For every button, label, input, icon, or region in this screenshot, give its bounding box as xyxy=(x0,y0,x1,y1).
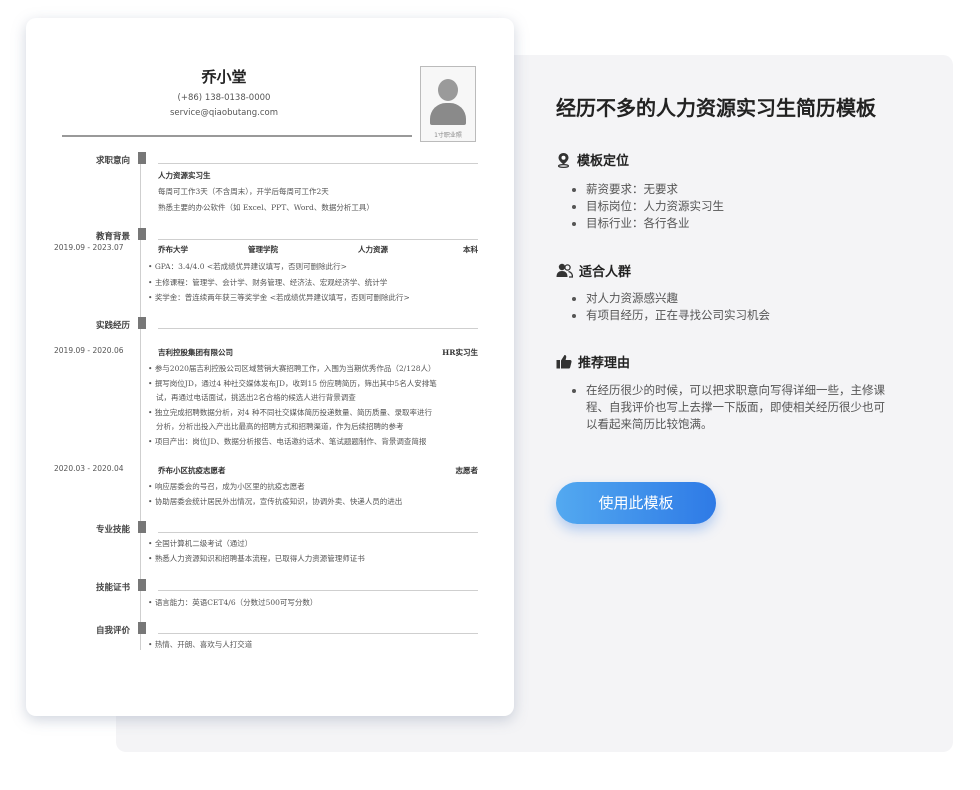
practice-bullet: • 项目产出：岗位JD、数据分析报告、电话邀约话术、笔试题题制作、背景调查简报 xyxy=(148,437,427,446)
positioning-list: 薪资要求：无要求 目标岗位：人力资源实习生 目标行业：各行各业 xyxy=(568,181,724,232)
practice-bullet: • 参与2020届吉利控股公司区域营销大赛招聘工作，入围为当期优秀作品（2/12… xyxy=(148,364,436,373)
section-marker xyxy=(138,317,146,329)
practice-bullet: • 撰写岗位JD，通过4 种社交媒体发布JD，收到15 份应聘简历，筛出其中5名… xyxy=(148,379,437,388)
resume-photo-placeholder: 1寸职业照 xyxy=(420,66,476,142)
education-school: 乔布大学 xyxy=(158,245,188,254)
use-template-button[interactable]: 使用此模板 xyxy=(556,482,716,524)
intent-availability: 每周可工作3天（不含周末），开学后每周可工作2天 xyxy=(158,187,329,196)
section-divider xyxy=(158,633,478,634)
practice-bullet-cont: 分析，分析出投入产出比最高的招聘方式和招聘渠道，作为后续招聘的参考 xyxy=(156,422,404,431)
practice-org-2: 乔布小区抗疫志愿者 xyxy=(158,466,226,475)
practice-bullet-cont: 试，再通过电话面试，挑选出2名合格的候选人进行背景调查 xyxy=(156,393,356,402)
resume-preview-card[interactable]: 乔小堂 (+86) 138-0138-0000 service@qiaobuta… xyxy=(26,18,514,716)
education-date: 2019.09 - 2023.07 xyxy=(54,243,124,252)
section-divider xyxy=(158,590,478,591)
practice-role-1: HR实习生 xyxy=(442,348,478,357)
audience-heading: 适合人群 xyxy=(556,261,631,280)
resume-email: service@qiaobutang.com xyxy=(169,108,279,118)
section-divider xyxy=(158,328,478,329)
section-label-education: 教育背景 xyxy=(95,232,130,242)
section-marker xyxy=(138,579,146,591)
reason-heading: 推荐理由 xyxy=(556,352,630,371)
resume-phone: (+86) 138-0138-0000 xyxy=(177,93,271,103)
audience-heading-text: 适合人群 xyxy=(579,265,632,280)
section-divider xyxy=(158,532,478,533)
practice-bullet: • 独立完成招聘数据分析，对4 种不同社交媒体简历投递数量、简历质量、录取率进行 xyxy=(148,408,432,417)
header-divider xyxy=(62,135,412,137)
section-divider xyxy=(158,239,478,240)
education-degree: 本科 xyxy=(463,245,478,254)
list-item: 有项目经历，正在寻找公司实习机会 xyxy=(586,307,770,324)
section-label-self: 自我评价 xyxy=(95,626,130,636)
positioning-heading-text: 模板定位 xyxy=(577,154,630,169)
template-title: 经历不多的人力资源实习生简历模板 xyxy=(556,96,876,120)
practice-bullet: • 响应居委会的号召，成为小区里的抗疫志愿者 xyxy=(148,482,305,491)
practice-role-2: 志愿者 xyxy=(455,466,479,475)
avatar-body-icon xyxy=(430,103,466,125)
skills-bullet: • 熟悉人力资源知识和招聘基本流程，已取得人力资源管理师证书 xyxy=(148,554,365,563)
list-item: 目标岗位：人力资源实习生 xyxy=(586,198,724,215)
users-icon xyxy=(556,263,573,278)
list-item: 薪资要求：无要求 xyxy=(586,181,724,198)
certs-bullet: • 语言能力：英语CET4/6（分数过500可写分数） xyxy=(148,598,318,607)
education-bullet: • GPA：3.4/4.0 <若成绩优异建议填写，否则可删除此行> xyxy=(148,262,347,271)
section-label-skills: 专业技能 xyxy=(95,525,130,535)
intent-software: 熟悉主要的办公软件（如 Excel、PPT、Word、数据分析工具） xyxy=(158,203,374,212)
avatar-head-icon xyxy=(438,79,458,101)
practice-date-1: 2019.09 - 2020.06 xyxy=(54,346,124,355)
section-divider xyxy=(158,163,478,164)
section-marker xyxy=(138,152,146,164)
list-item: 在经历很少的时候，可以把求职意向写得详细一些，主修课程、自我评价也写上去撑一下版… xyxy=(586,382,886,433)
education-college: 管理学院 xyxy=(248,245,278,254)
positioning-heading: 模板定位 xyxy=(556,150,629,169)
education-bullet: • 奖学金：曾连续两年获三等奖学金 <若成绩优异建议填写，否则可删除此行> xyxy=(148,293,410,302)
thumbs-up-icon xyxy=(556,355,572,369)
skills-bullet: • 全国计算机二级考试（通过） xyxy=(148,539,253,548)
section-label-intent: 求职意向 xyxy=(95,156,130,166)
practice-org-1: 吉利控股集团有限公司 xyxy=(158,348,233,357)
reason-list: 在经历很少的时候，可以把求职意向写得详细一些，主修课程、自我评价也写上去撑一下版… xyxy=(568,382,886,433)
education-bullet: • 主修课程：管理学、会计学、财务管理、经济法、宏观经济学、统计学 xyxy=(148,278,388,287)
section-marker xyxy=(138,622,146,634)
education-major: 人力资源 xyxy=(358,245,388,254)
practice-bullet: • 协助居委会统计居民外出情况，宣传抗疫知识，协调外卖、快递人员的进出 xyxy=(148,497,403,506)
section-label-practice: 实践经历 xyxy=(95,321,130,331)
practice-date-2: 2020.03 - 2020.04 xyxy=(54,464,124,473)
section-marker xyxy=(138,228,146,240)
list-item: 对人力资源感兴趣 xyxy=(586,290,770,307)
section-marker xyxy=(138,521,146,533)
reason-heading-text: 推荐理由 xyxy=(578,356,631,371)
intent-position: 人力资源实习生 xyxy=(158,171,211,180)
self-bullet: • 热情、开朗、喜欢与人打交道 xyxy=(148,640,253,649)
audience-list: 对人力资源感兴趣 有项目经历，正在寻找公司实习机会 xyxy=(568,290,770,324)
location-pin-icon xyxy=(557,152,570,168)
resume-name: 乔小堂 xyxy=(201,68,247,86)
photo-caption: 1寸职业照 xyxy=(434,132,462,139)
list-item: 目标行业：各行各业 xyxy=(586,215,724,232)
section-label-certs: 技能证书 xyxy=(95,583,130,593)
